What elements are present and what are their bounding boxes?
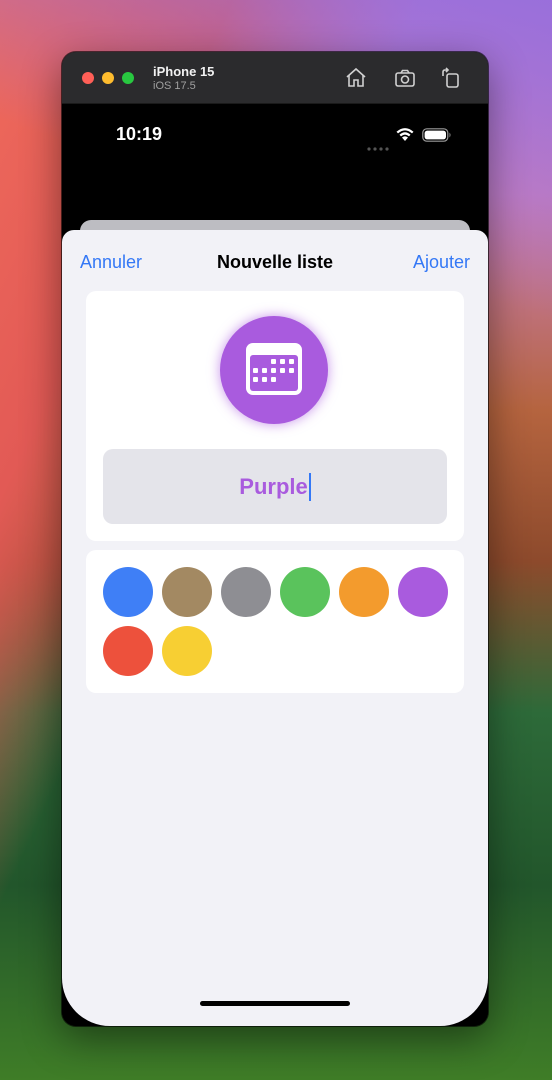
- status-time: 10:19: [116, 124, 163, 144]
- simulator-titlebar: iPhone 15 iOS 17.5: [62, 52, 488, 104]
- wifi-icon: [395, 126, 415, 147]
- color-swatch-green[interactable]: [280, 567, 330, 617]
- window-minimize-button[interactable]: [102, 72, 114, 84]
- add-button[interactable]: Ajouter: [413, 252, 470, 273]
- color-swatch-yellow[interactable]: [162, 626, 212, 676]
- color-swatch-red[interactable]: [103, 626, 153, 676]
- list-icon-badge: [220, 316, 328, 424]
- list-name-field[interactable]: [103, 449, 447, 524]
- device-screen: 10:19 Annuler Nouvelle liste Ajouter Pur…: [62, 104, 488, 1026]
- color-picker-card: [86, 550, 464, 693]
- signal-dots-icon: [367, 138, 389, 156]
- home-icon[interactable]: [344, 66, 368, 90]
- device-name: iPhone 15: [153, 64, 215, 79]
- home-indicator[interactable]: [200, 1001, 350, 1006]
- color-swatch-blue[interactable]: [103, 567, 153, 617]
- new-list-sheet: Annuler Nouvelle liste Ajouter Purple: [62, 230, 488, 1026]
- rotate-icon[interactable]: [439, 66, 463, 90]
- color-swatch-orange[interactable]: [339, 567, 389, 617]
- screenshot-icon[interactable]: [393, 66, 417, 90]
- color-swatch-purple[interactable]: [398, 567, 448, 617]
- list-preview-card: Purple: [86, 291, 464, 541]
- window-maximize-button[interactable]: [122, 72, 134, 84]
- device-os-version: iOS 17.5: [153, 80, 196, 92]
- color-swatch-brown[interactable]: [162, 567, 212, 617]
- color-swatch-gray[interactable]: [221, 567, 271, 617]
- battery-icon: [422, 128, 452, 147]
- simulator-window: iPhone 15 iOS 17.5 10:19 Annuler Nouvell…: [62, 52, 488, 1026]
- window-close-button[interactable]: [82, 72, 94, 84]
